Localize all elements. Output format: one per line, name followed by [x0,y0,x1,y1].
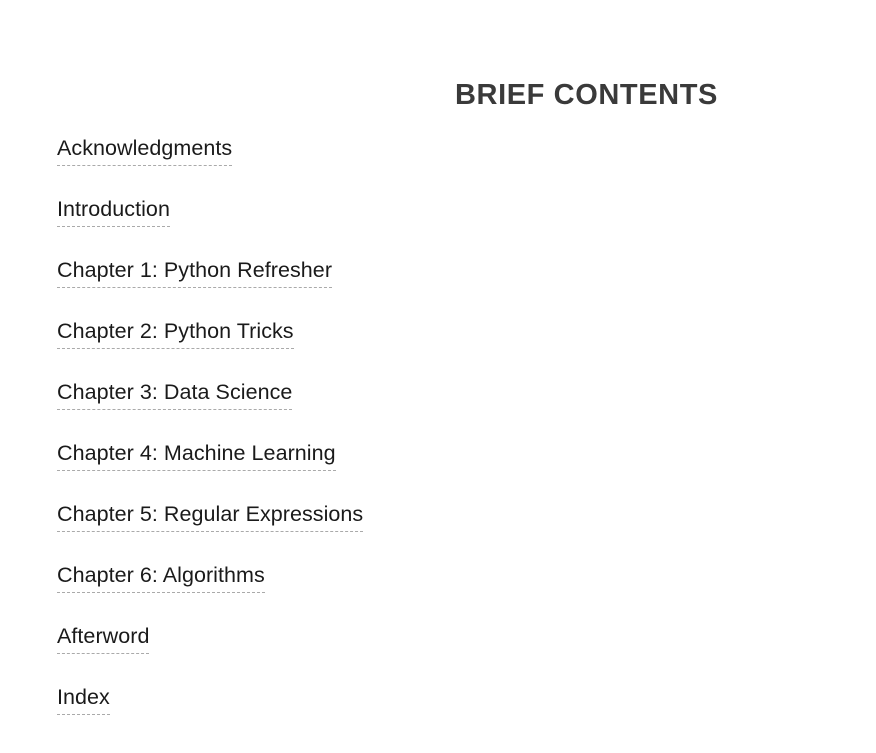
page-title: BRIEF CONTENTS [455,79,718,111]
toc-entry-chapter-6[interactable]: Chapter 6: Algorithms [57,561,265,593]
toc-entry-chapter-2[interactable]: Chapter 2: Python Tricks [57,317,294,349]
list-item: Chapter 3: Data Science [57,378,363,439]
toc-entry-afterword[interactable]: Afterword [57,622,150,654]
toc-entry-introduction[interactable]: Introduction [57,195,170,227]
toc-entry-acknowledgments[interactable]: Acknowledgments [57,134,233,166]
toc-entry-chapter-1[interactable]: Chapter 1: Python Refresher [57,256,333,288]
brief-contents-page: BRIEF CONTENTS Acknowledgments Introduct… [0,0,876,753]
list-item: Chapter 1: Python Refresher [57,256,363,317]
list-item: Chapter 4: Machine Learning [57,439,363,500]
list-item: Chapter 5: Regular Expressions [57,500,364,561]
list-item: Acknowledgments [57,134,363,195]
toc-entry-chapter-3[interactable]: Chapter 3: Data Science [57,378,293,410]
toc-entry-index[interactable]: Index [57,683,110,715]
toc-entry-chapter-4[interactable]: Chapter 4: Machine Learning [57,439,336,471]
table-of-contents-list: Acknowledgments Introduction Chapter 1: … [57,134,364,744]
list-item: Index [57,683,363,744]
list-item: Chapter 6: Algorithms [57,561,363,622]
list-item: Chapter 2: Python Tricks [57,317,363,378]
list-item: Afterword [57,622,363,683]
list-item: Introduction [57,195,363,256]
toc-entry-chapter-5[interactable]: Chapter 5: Regular Expressions [57,500,364,532]
